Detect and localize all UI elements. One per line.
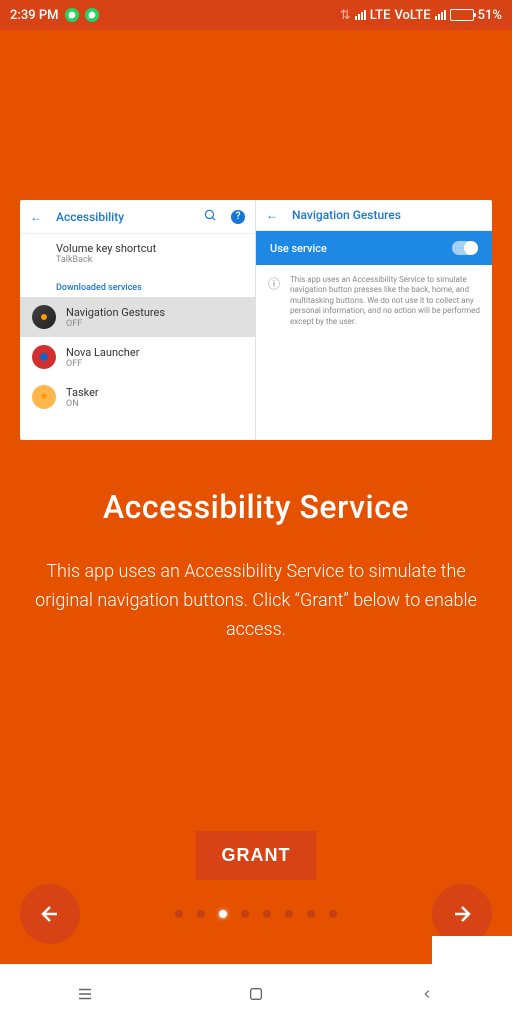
dot-active xyxy=(219,910,227,918)
nova-app-icon xyxy=(32,345,56,369)
recents-button[interactable] xyxy=(45,985,125,1003)
status-time: 2:39 PM xyxy=(10,8,59,23)
item-sub: TalkBack xyxy=(56,255,156,265)
screenshot-preview: ← Accessibility ? Volume key shortcut Ta… xyxy=(20,200,492,440)
item-title: Navigation Gestures xyxy=(66,306,165,319)
use-service-label: Use service xyxy=(270,242,327,255)
page-description: This app uses an Accessibility Service t… xyxy=(20,558,492,644)
grant-button[interactable]: GRANT xyxy=(196,831,317,880)
dot xyxy=(241,910,249,918)
volume-key-item: Volume key shortcut TalkBack xyxy=(20,234,255,273)
signal-icon xyxy=(355,10,366,20)
tasker-app-icon xyxy=(32,385,56,409)
system-nav-bar xyxy=(0,964,512,1024)
item-title: Nova Launcher xyxy=(66,346,139,359)
item-sub: OFF xyxy=(66,319,165,329)
service-item-navgestures: Navigation Gestures OFF xyxy=(20,297,255,337)
signal-icon xyxy=(435,10,446,20)
network-label: LTE xyxy=(370,8,391,23)
whatsapp-icon xyxy=(85,8,99,22)
item-sub: ON xyxy=(66,399,99,409)
battery-percent: 51% xyxy=(478,8,502,23)
dot xyxy=(307,910,315,918)
info-row: ⓘ This app uses an Accessibility Service… xyxy=(256,265,492,337)
use-service-toggle-row: Use service xyxy=(256,231,492,265)
accessibility-header: ← Accessibility ? xyxy=(20,200,255,234)
back-arrow-icon: ← xyxy=(30,210,42,224)
whatsapp-icon xyxy=(65,8,79,22)
toggle-switch xyxy=(452,241,478,255)
info-icon: ⓘ xyxy=(268,275,280,327)
info-text: This app uses an Accessibility Service t… xyxy=(290,275,480,327)
downloaded-services-header: Downloaded services xyxy=(20,273,255,297)
item-sub: OFF xyxy=(66,359,139,369)
data-transfer-icon: ⇅ xyxy=(340,8,351,23)
status-bar: 2:39 PM ⇅ LTE VoLTE 51% xyxy=(0,0,512,30)
dot xyxy=(329,910,337,918)
dot xyxy=(263,910,271,918)
page-title: Accessibility Service xyxy=(0,488,512,526)
previous-button[interactable] xyxy=(20,884,80,944)
help-icon: ? xyxy=(231,210,245,224)
battery-icon xyxy=(450,9,474,21)
volte-label: VoLTE xyxy=(394,8,430,23)
service-item-nova: Nova Launcher OFF xyxy=(20,337,255,377)
back-arrow-icon: ← xyxy=(266,208,278,222)
navgestures-header: ← Navigation Gestures xyxy=(256,200,492,231)
page-indicator xyxy=(175,910,337,918)
service-item-tasker: Tasker ON xyxy=(20,377,255,417)
dot xyxy=(197,910,205,918)
item-title: Tasker xyxy=(66,386,99,399)
decorative-block xyxy=(432,936,512,964)
item-title: Volume key shortcut xyxy=(56,242,156,255)
navgestures-app-icon xyxy=(32,305,56,329)
header-title: Navigation Gestures xyxy=(292,208,482,222)
search-icon xyxy=(203,208,217,225)
back-button[interactable] xyxy=(387,987,467,1001)
dot xyxy=(175,910,183,918)
header-title: Accessibility xyxy=(56,210,189,224)
next-button[interactable] xyxy=(432,884,492,944)
home-button[interactable] xyxy=(216,986,296,1002)
dot xyxy=(285,910,293,918)
